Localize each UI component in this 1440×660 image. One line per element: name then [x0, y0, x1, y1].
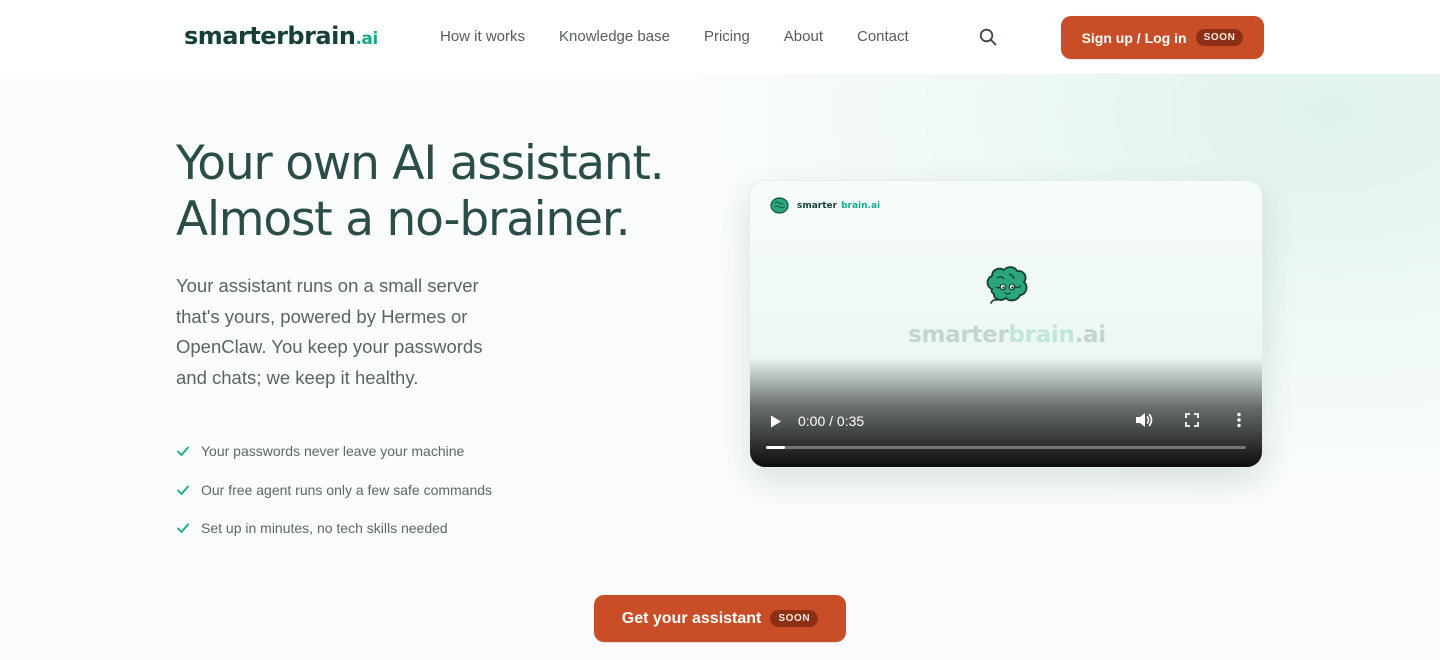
feature-list: Your passwords never leave your machine …	[176, 440, 492, 556]
logo-text: smarterbrain	[184, 22, 356, 50]
soon-badge: SOON	[1195, 29, 1244, 46]
brain-mascot-icon	[986, 266, 1028, 304]
feature-text: Your passwords never leave your machine	[201, 443, 465, 459]
video-mini-logo: smarter brain.ai	[770, 197, 880, 214]
video-mini-logo-text: smarter brain.ai	[797, 200, 881, 211]
video-controls: 0:00 / 0:35	[750, 409, 1262, 433]
logo[interactable]: smarterbrain.ai	[184, 22, 378, 50]
cta-label: Get your assistant	[621, 609, 762, 627]
hero-title-line1: Your own AI assistant.	[176, 136, 665, 191]
hero-title: Your own AI assistant. Almost a no-brain…	[176, 136, 736, 248]
get-assistant-button[interactable]: Get your assistant SOON	[594, 595, 846, 642]
hero-title-line2: Almost a no-brainer.	[176, 192, 631, 247]
nav-how-it-works[interactable]: How it works	[440, 28, 525, 45]
search-icon[interactable]	[979, 28, 997, 46]
video-wordmark: smarterbrain.ai	[908, 322, 1106, 348]
feature-item: Set up in minutes, no tech skills needed	[176, 517, 492, 539]
signup-login-button[interactable]: Sign up / Log in SOON	[1061, 16, 1264, 59]
more-options-icon[interactable]	[1236, 412, 1242, 428]
soon-badge: SOON	[770, 610, 819, 627]
video-progress-bar[interactable]	[766, 446, 1246, 449]
feature-text: Set up in minutes, no tech skills needed	[201, 520, 448, 536]
site-header: smarterbrain.ai How it works Knowledge b…	[0, 0, 1440, 74]
logo-suffix: .ai	[355, 29, 378, 49]
video-progress-fill	[766, 446, 786, 449]
nav-about[interactable]: About	[784, 28, 823, 45]
check-icon	[177, 523, 189, 533]
video-time: 0:00 / 0:35	[798, 413, 865, 429]
check-icon	[177, 485, 189, 495]
signup-label: Sign up / Log in	[1081, 29, 1187, 46]
feature-item: Our free agent runs only a few safe comm…	[176, 479, 492, 501]
brain-icon	[770, 197, 789, 214]
fullscreen-icon[interactable]	[1185, 413, 1199, 427]
main-nav: How it works Knowledge base Pricing Abou…	[440, 28, 943, 45]
nav-contact[interactable]: Contact	[857, 28, 909, 45]
play-icon[interactable]	[770, 415, 782, 428]
nav-pricing[interactable]: Pricing	[704, 28, 750, 45]
feature-item: Your passwords never leave your machine	[176, 440, 492, 462]
volume-icon[interactable]	[1135, 412, 1153, 428]
nav-knowledge-base[interactable]: Knowledge base	[559, 28, 670, 45]
feature-text: Our free agent runs only a few safe comm…	[201, 481, 493, 498]
hero-description: Your assistant runs on a small server th…	[176, 275, 483, 388]
video-player[interactable]: smarter brain.ai smarterbrain.ai 0:00 / 0…	[749, 180, 1263, 468]
check-icon	[177, 446, 189, 456]
